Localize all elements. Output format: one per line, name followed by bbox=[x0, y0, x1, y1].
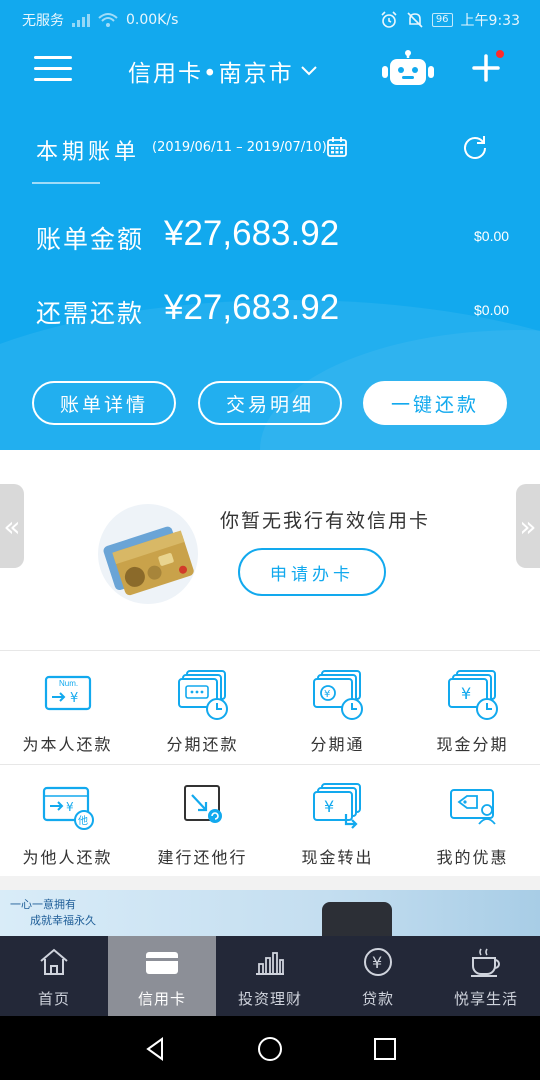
others-repay-icon: ¥ 他 bbox=[42, 786, 94, 830]
self-repay-icon: Num. ¥ bbox=[44, 675, 91, 711]
robot-icon[interactable] bbox=[380, 50, 436, 88]
grid-item-installment-pass[interactable]: ¥ 分期通 bbox=[270, 651, 405, 763]
svg-text:¥: ¥ bbox=[70, 691, 78, 706]
grid-item-ccb-repay-other-bank[interactable]: 建行还他行 bbox=[135, 764, 270, 876]
clock: 上午9:33 bbox=[460, 13, 520, 29]
grid-item-label: 现金转出 bbox=[301, 848, 374, 867]
banner-line-2: 成就幸福永久 bbox=[30, 914, 96, 927]
bill-amount-usd: $0.00 bbox=[474, 228, 510, 244]
installment-pass-icon: ¥ bbox=[312, 670, 363, 720]
alarm-icon bbox=[381, 11, 397, 28]
tab-label: 投资理财 bbox=[237, 990, 302, 1008]
wifi-icon bbox=[98, 13, 118, 27]
calendar-icon[interactable] bbox=[326, 136, 348, 158]
phone-image bbox=[322, 902, 392, 936]
tab-credit-card[interactable]: 信用卡 bbox=[108, 936, 216, 1016]
grid-item-label: 现金分期 bbox=[436, 735, 509, 754]
menu-icon[interactable] bbox=[34, 56, 72, 82]
mini-label: Num. bbox=[59, 679, 78, 688]
statement-title: 本期账单 bbox=[36, 140, 141, 165]
tab-home[interactable]: 首页 bbox=[0, 936, 108, 1016]
tab-investment[interactable]: 投资理财 bbox=[216, 936, 324, 1016]
carousel-prev-button[interactable]: « bbox=[0, 484, 24, 568]
refresh-icon[interactable] bbox=[462, 134, 488, 160]
grid-item-cash-transfer[interactable]: ¥ 现金转出 bbox=[270, 764, 405, 876]
coffee-cup-icon bbox=[471, 948, 500, 977]
grid-item-label: 分期还款 bbox=[166, 735, 239, 754]
double-chevron-left-icon: « bbox=[3, 509, 21, 543]
grid-item-my-offers[interactable]: 我的优惠 bbox=[405, 764, 540, 876]
bill-amount: ¥27,683.92 bbox=[164, 214, 340, 253]
mini-label: 他 bbox=[78, 814, 88, 827]
svg-text:¥: ¥ bbox=[324, 797, 334, 816]
tab-label: 信用卡 bbox=[137, 990, 186, 1008]
tab-label: 悦享生活 bbox=[453, 990, 518, 1008]
grid-item-label: 分期通 bbox=[310, 735, 365, 754]
svg-text:¥: ¥ bbox=[372, 953, 383, 972]
grid-item-cash-installment[interactable]: ¥ 现金分期 bbox=[405, 651, 540, 763]
grid-item-self-repay[interactable]: Num. ¥ 为本人还款 bbox=[0, 651, 135, 763]
ad-banner[interactable]: 一心一意拥有 成就幸福永久 bbox=[0, 890, 540, 936]
statement-period: (2019/06/11 – 2019/07/10) bbox=[152, 140, 327, 155]
apply-card-button[interactable]: 申请办卡 bbox=[238, 548, 386, 596]
grid-item-installment-repay[interactable]: 分期还款 bbox=[135, 651, 270, 763]
net-speed: 0.00K/s bbox=[126, 12, 179, 28]
svg-text:¥: ¥ bbox=[461, 684, 471, 703]
due-amount-label: 还需还款 bbox=[36, 299, 145, 328]
tab-label: 首页 bbox=[37, 990, 70, 1008]
recents-icon[interactable] bbox=[372, 1036, 398, 1062]
page-title: 信用卡•南京市 bbox=[128, 61, 294, 87]
credit-card-image bbox=[98, 504, 198, 604]
header-panel: 无服务 0.00K/s 96 上午9:33 信用卡•南京市 本期账单 (2019… bbox=[0, 0, 540, 450]
carousel-next-button[interactable]: » bbox=[516, 484, 540, 568]
top-bar: 信用卡•南京市 bbox=[0, 46, 540, 92]
banner-line-1: 一心一意拥有 bbox=[10, 898, 76, 911]
signal-icon bbox=[72, 13, 90, 27]
svg-text:¥: ¥ bbox=[324, 689, 330, 700]
grid-divider bbox=[0, 764, 540, 765]
transaction-details-button[interactable]: 交易明细 bbox=[198, 381, 342, 425]
back-icon[interactable] bbox=[142, 1036, 168, 1062]
promo-card: « » 你暂无我行有效信用卡 申请办卡 bbox=[0, 450, 540, 650]
city-selector[interactable]: 信用卡•南京市 bbox=[128, 54, 318, 88]
add-button[interactable] bbox=[470, 50, 504, 84]
bill-amount-label: 账单金额 bbox=[36, 225, 145, 254]
bottom-tab-bar: 首页 信用卡 投资理财 ¥ 贷款 悦享生活 bbox=[0, 936, 540, 1016]
mute-icon bbox=[407, 12, 423, 28]
svg-text:¥: ¥ bbox=[66, 800, 74, 814]
section-gap bbox=[0, 876, 540, 890]
carrier-text: 无服务 bbox=[22, 13, 64, 29]
ccb-repay-other-bank-icon bbox=[183, 785, 222, 823]
cash-installment-icon: ¥ bbox=[447, 670, 498, 720]
grid-item-label: 我的优惠 bbox=[436, 848, 509, 867]
credit-card-icon bbox=[146, 952, 178, 974]
status-bar: 无服务 0.00K/s 96 上午9:33 bbox=[0, 0, 540, 38]
no-card-message: 你暂无我行有效信用卡 bbox=[220, 510, 431, 532]
chevron-down-icon bbox=[300, 66, 317, 76]
home-icon bbox=[40, 948, 68, 975]
due-amount-usd: $0.00 bbox=[474, 302, 510, 318]
my-offers-icon bbox=[449, 789, 496, 825]
grid-item-label: 为本人还款 bbox=[22, 735, 113, 754]
grid-item-label: 为他人还款 bbox=[22, 848, 113, 867]
cash-transfer-icon: ¥ bbox=[312, 783, 361, 829]
yen-coin-icon: ¥ bbox=[364, 948, 392, 976]
chart-icon bbox=[256, 952, 284, 975]
grid-item-label: 建行还他行 bbox=[157, 848, 248, 867]
one-click-repay-button[interactable]: 一键还款 bbox=[363, 381, 507, 425]
bill-details-button[interactable]: 账单详情 bbox=[32, 381, 176, 425]
battery-indicator: 96 bbox=[431, 13, 453, 27]
statement-underline bbox=[32, 182, 100, 184]
notification-dot bbox=[496, 50, 504, 58]
tab-loan[interactable]: ¥ 贷款 bbox=[324, 936, 432, 1016]
grid-item-others-repay[interactable]: ¥ 他 为他人还款 bbox=[0, 764, 135, 876]
home-button-icon[interactable] bbox=[257, 1036, 283, 1062]
double-chevron-right-icon: » bbox=[519, 509, 537, 543]
installment-repay-icon bbox=[177, 670, 228, 720]
due-amount: ¥27,683.92 bbox=[164, 288, 340, 327]
tab-lifestyle[interactable]: 悦享生活 bbox=[432, 936, 540, 1016]
tab-label: 贷款 bbox=[361, 990, 394, 1008]
system-nav-bar bbox=[0, 1016, 540, 1080]
